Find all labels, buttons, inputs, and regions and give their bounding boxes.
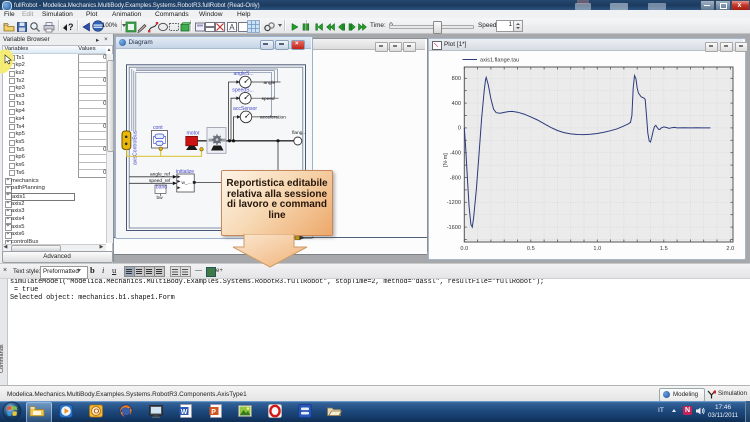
svg-text:P: P — [211, 409, 216, 416]
svg-text:speedS...: speedS... — [232, 88, 254, 94]
svg-text:O: O — [94, 407, 100, 416]
svg-text:angleS...: angleS... — [234, 71, 254, 77]
svg-text:acceleration: acceleration — [260, 115, 286, 121]
svg-text:band: band — [156, 185, 167, 191]
svg-text:axisControlBus: axisControlBus — [133, 130, 139, 165]
svg-text:angle: angle — [264, 80, 276, 86]
svg-text:speed: speed — [262, 96, 275, 102]
svg-text:w_...: w_... — [182, 181, 192, 186]
svg-text:cont: cont — [153, 125, 163, 131]
svg-text:A: A — [229, 23, 235, 32]
svg-text:W: W — [181, 409, 188, 416]
svg-text:bw: bw — [157, 195, 164, 201]
svg-text:?: ? — [68, 22, 74, 32]
svg-text:flang...: flang... — [292, 130, 306, 136]
svg-text:motor: motor — [187, 130, 200, 136]
svg-text:accSensor: accSensor — [233, 106, 257, 112]
